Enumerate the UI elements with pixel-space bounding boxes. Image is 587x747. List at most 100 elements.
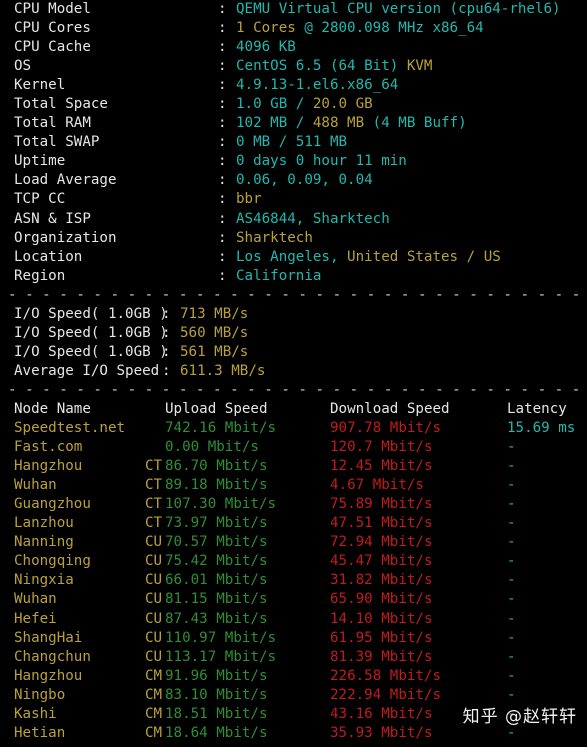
info-value: bbr — [236, 190, 262, 209]
cell-upload-speed: 89.18 Mbit/s — [165, 477, 268, 494]
info-value: 0.06, 0.09, 0.04 — [236, 171, 373, 190]
cell-latency: - — [507, 534, 516, 551]
cell-isp: CT — [145, 458, 163, 475]
info-value: 1.0 GB / 20.0 GB — [236, 95, 373, 114]
info-label: Organization — [14, 229, 117, 246]
info-value-segment: (4 MB Buff) — [364, 115, 467, 132]
info-label: OS — [14, 58, 32, 75]
header-node-name: Node Name — [14, 400, 91, 417]
info-label: Uptime — [14, 153, 66, 170]
info-value: 0 days 0 hour 11 min — [236, 152, 407, 171]
cell-download-speed: 72.94 Mbit/s — [330, 534, 433, 551]
cell-isp: CU — [145, 629, 163, 646]
info-value-segment: @ 2800.098 MHz x86_64 — [295, 20, 484, 37]
cell-node-name: Guangzhou — [14, 496, 91, 513]
io-colon: : — [162, 362, 171, 379]
table-row: Guangzhou CT 107.30 Mbit/s 75.89 Mbit/s - — [0, 495, 587, 514]
cell-node-name: Hetian — [14, 724, 66, 741]
info-value: Los Angeles, United States / US — [236, 248, 501, 267]
io-speed-row: I/O Speed( 1.0GB ):560 MB/s — [0, 324, 587, 343]
io-colon: : — [162, 324, 171, 341]
info-colon: : — [218, 39, 227, 56]
info-value-segment: CentOS 6.5 (64 Bit) — [236, 58, 407, 75]
cell-upload-speed: 113.17 Mbit/s — [165, 648, 277, 665]
info-label: Total SWAP — [14, 134, 100, 151]
cell-download-speed: 120.7 Mbit/s — [330, 439, 433, 456]
cell-latency: - — [507, 667, 516, 684]
cell-isp — [145, 419, 165, 438]
cell-upload-speed: 110.97 Mbit/s — [165, 629, 277, 646]
info-row: Total Space:1.0 GB / 20.0 GB — [0, 95, 587, 114]
info-colon: : — [218, 115, 227, 132]
cell-isp: CU — [145, 648, 163, 665]
info-value: California — [236, 267, 321, 286]
info-value-segment: Los Angeles, — [236, 248, 348, 265]
cell-isp: CM — [145, 667, 163, 684]
info-row: Kernel:4.9.13-1.el6.x86_64 — [0, 76, 587, 95]
cell-download-speed: 4.67 Mbit/s — [330, 477, 424, 494]
info-value-segment: AS46844, Sharktech — [236, 210, 390, 227]
io-speed-block: I/O Speed( 1.0GB ):713 MB/s I/O Speed( 1.… — [0, 305, 587, 381]
cell-upload-speed: 75.42 Mbit/s — [165, 553, 268, 570]
cell-download-speed: 45.47 Mbit/s — [330, 553, 433, 570]
info-row: Region: California — [0, 267, 587, 286]
cell-download-speed: 81.39 Mbit/s — [330, 648, 433, 665]
info-colon: : — [218, 210, 227, 227]
info-colon: : — [218, 96, 227, 113]
cell-latency: - — [507, 496, 516, 513]
io-speed-row: I/O Speed( 1.0GB ):713 MB/s — [0, 305, 587, 324]
io-speed-value: 713 MB/s — [180, 305, 249, 322]
info-value: QEMU Virtual CPU version (cpu64-rhel6) — [236, 0, 561, 19]
cell-node-name: Wuhan — [14, 477, 57, 494]
cell-latency: 15.69 ms — [507, 420, 576, 437]
info-row: Total SWAP:0 MB / 511 MB — [0, 133, 587, 152]
info-value-segment: 0.06, 0.09, 0.04 — [236, 172, 373, 189]
io-speed-label: I/O Speed( 1.0GB ) — [14, 324, 168, 341]
info-value-segment: 0 MB / 511 MB — [236, 134, 348, 151]
cell-isp: CM — [145, 724, 163, 741]
info-label: Total RAM — [14, 115, 91, 132]
info-value-segment: 20.0 GB — [312, 96, 373, 113]
header-upload-speed: Upload Speed — [165, 400, 268, 417]
info-value-segment: 4.9.13-1.el6.x86_64 — [236, 77, 399, 94]
info-value-segment: Sharktech — [236, 229, 313, 246]
io-speed-row: Average I/O Speed:611.3 MB/s — [0, 362, 587, 381]
table-row: Fast.com 0.00 Mbit/s 120.7 Mbit/s - — [0, 438, 587, 457]
info-colon: : — [218, 58, 227, 75]
cell-upload-speed: 83.10 Mbit/s — [165, 686, 268, 703]
cell-upload-speed: 70.57 Mbit/s — [165, 534, 268, 551]
cell-upload-speed: 742.16 Mbit/s — [165, 420, 277, 437]
cell-upload-speed: 18.64 Mbit/s — [165, 724, 268, 741]
cell-download-speed: 222.94 Mbit/s — [330, 686, 442, 703]
cell-upload-speed: 18.51 Mbit/s — [165, 705, 268, 722]
info-colon: : — [218, 1, 227, 17]
cell-isp: CT — [145, 515, 163, 532]
zhihu-watermark: 知乎 @赵轩轩 — [462, 706, 577, 727]
table-row: Chongqing CU 75.42 Mbit/s 45.47 Mbit/s - — [0, 552, 587, 571]
io-speed-value: 560 MB/s — [180, 324, 249, 341]
cell-upload-speed: 66.01 Mbit/s — [165, 572, 268, 589]
info-colon: : — [218, 248, 227, 265]
table-row: Changchun CU 113.17 Mbit/s 81.39 Mbit/s - — [0, 648, 587, 667]
io-colon: : — [162, 343, 171, 360]
io-speed-row: I/O Speed( 1.0GB ):561 MB/s — [0, 343, 587, 362]
info-colon: : — [218, 153, 227, 170]
info-label: Total Space — [14, 96, 108, 113]
cell-download-speed: 226.58 Mbit/s — [330, 667, 442, 684]
info-value: 4096 KB — [236, 38, 296, 57]
info-label: Load Average — [14, 172, 117, 189]
cell-node-name: Fast.com — [14, 439, 83, 456]
info-value-segment: QEMU Virtual CPU version (cpu64-rhel6) — [236, 1, 561, 17]
cell-download-speed: 61.95 Mbit/s — [330, 629, 433, 646]
info-colon: : — [218, 77, 227, 94]
io-speed-value: 561 MB/s — [180, 343, 249, 360]
cell-download-speed: 14.10 Mbit/s — [330, 610, 433, 627]
cell-latency: - — [507, 458, 516, 475]
info-colon: : — [218, 20, 227, 37]
cell-isp: CU — [145, 572, 163, 589]
header-download-speed: Download Speed — [330, 400, 450, 417]
cell-isp: CM — [145, 686, 163, 703]
info-row: CPU Cores:1 Cores @ 2800.098 MHz x86_64 — [0, 19, 587, 38]
info-value-segment: California — [236, 267, 322, 284]
cell-isp: CU — [145, 610, 163, 627]
